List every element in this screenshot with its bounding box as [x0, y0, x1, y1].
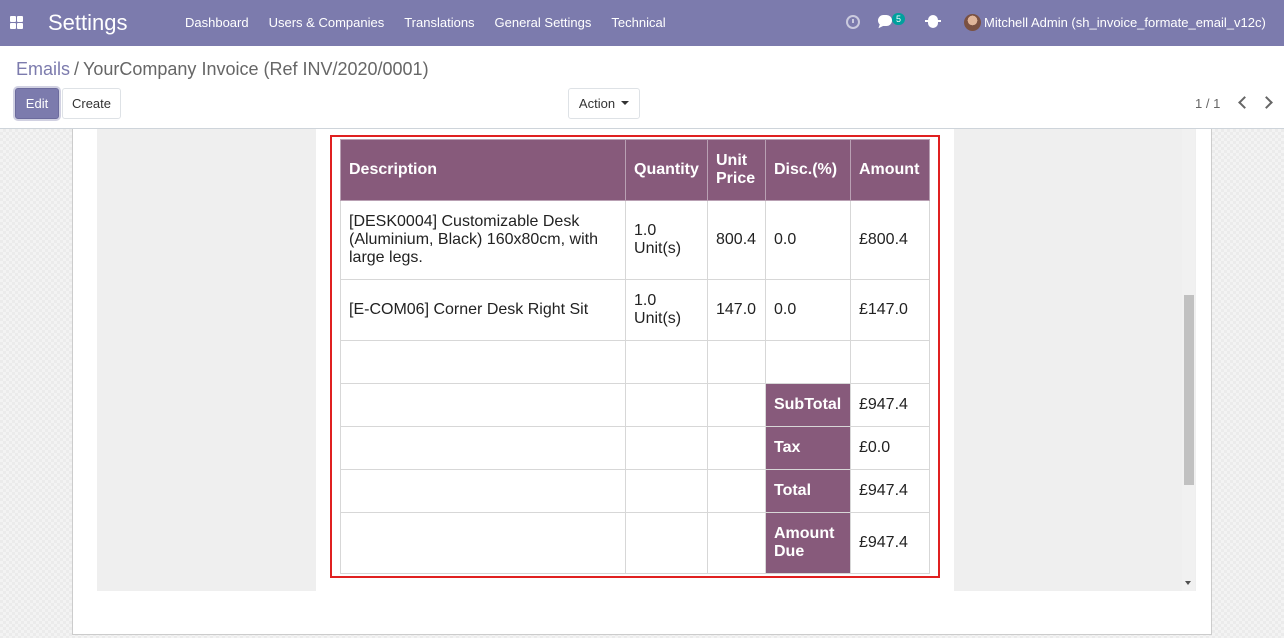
line-amount: £800.4 — [849, 200, 931, 280]
subtotal-label: SubTotal — [764, 383, 851, 427]
empty-cell — [707, 512, 766, 574]
breadcrumb: Emails / YourCompany Invoice (Ref INV/2020… — [16, 59, 429, 80]
user-avatar[interactable] — [964, 14, 981, 31]
subtotal-row: SubTotal £947.4 — [339, 383, 931, 427]
action-label: Action — [578, 96, 616, 111]
menu-item-users-companies[interactable]: Users & Companies — [259, 0, 395, 46]
amount-due-value: £947.4 — [849, 512, 931, 574]
empty-cell — [849, 340, 931, 384]
control-panel: Emails / YourCompany Invoice (Ref INV/2020… — [0, 46, 1284, 129]
line-amount: £147.0 — [849, 279, 931, 341]
breadcrumb-current: YourCompany Invoice (Ref INV/2020/0001) — [83, 59, 429, 79]
tax-row: Tax £0.0 — [339, 426, 931, 470]
menu-item-general-settings[interactable]: General Settings — [485, 0, 602, 46]
caret-down-icon — [621, 101, 630, 105]
debug-bug-icon[interactable] — [925, 15, 941, 28]
empty-row — [339, 340, 931, 384]
empty-cell — [339, 340, 627, 384]
table-header-row: Description Quantity Unit Price Disc.(%)… — [339, 139, 931, 201]
header-amount: Amount — [849, 139, 931, 201]
messages-chat-icon[interactable] — [878, 15, 892, 26]
empty-cell — [625, 383, 708, 427]
line-discount: 0.0 — [764, 200, 851, 280]
scroll-down-arrow-icon[interactable] — [1185, 581, 1191, 585]
breadcrumb-separator: / — [74, 59, 80, 79]
line-unit-price: 147.0 — [707, 279, 766, 341]
line-description: [E-COM06] Corner Desk Right Sit — [339, 279, 627, 341]
invoice-lines-table: Description Quantity Unit Price Disc.(%)… — [339, 139, 931, 574]
line-unit-price: 800.4 — [707, 200, 766, 280]
tax-label: Tax — [764, 426, 851, 470]
main-navbar: Settings Dashboard Users & Companies Tra… — [0, 0, 1284, 46]
table-row: [E-COM06] Corner Desk Right Sit 1.0 Unit… — [339, 279, 931, 341]
create-button[interactable]: Create — [62, 88, 121, 119]
user-menu-name[interactable]: Mitchell Admin (sh_invoice_formate_email… — [984, 15, 1266, 30]
line-quantity: 1.0 Unit(s) — [625, 279, 708, 341]
header-discount: Disc.(%) — [764, 139, 851, 201]
pager-value[interactable]: 1 / 1 — [1195, 96, 1220, 111]
header-description: Description — [339, 139, 627, 201]
line-quantity: 1.0 Unit(s) — [625, 200, 708, 280]
amount-due-row: Amount Due £947.4 — [339, 512, 931, 574]
messages-count-badge: 5 — [892, 13, 906, 25]
menu-item-translations[interactable]: Translations — [394, 0, 484, 46]
empty-cell — [625, 340, 708, 384]
scrollbar-thumb[interactable] — [1184, 295, 1194, 485]
apps-menu-icon[interactable] — [10, 16, 23, 29]
amount-due-label: Amount Due — [764, 512, 851, 574]
top-menu: Dashboard Users & Companies Translations… — [175, 0, 676, 46]
subtotal-value: £947.4 — [849, 383, 931, 427]
empty-cell — [339, 512, 627, 574]
empty-cell — [707, 340, 766, 384]
total-value: £947.4 — [849, 469, 931, 513]
total-row: Total £947.4 — [339, 469, 931, 513]
tax-value: £0.0 — [849, 426, 931, 470]
empty-cell — [625, 469, 708, 513]
empty-cell — [707, 469, 766, 513]
empty-cell — [625, 512, 708, 574]
menu-item-technical[interactable]: Technical — [601, 0, 675, 46]
app-title: Settings — [48, 10, 128, 35]
chevron-right-icon[interactable] — [1262, 97, 1272, 107]
header-unit-price: Unit Price — [707, 139, 766, 201]
table-row: [DESK0004] Customizable Desk (Aluminium,… — [339, 200, 931, 280]
empty-cell — [764, 340, 851, 384]
line-description: [DESK0004] Customizable Desk (Aluminium,… — [339, 200, 627, 280]
activity-clock-icon[interactable] — [846, 15, 860, 29]
total-label: Total — [764, 469, 851, 513]
menu-item-dashboard[interactable]: Dashboard — [175, 0, 259, 46]
line-discount: 0.0 — [764, 279, 851, 341]
empty-cell — [707, 383, 766, 427]
empty-cell — [339, 426, 627, 470]
edit-button[interactable]: Edit — [15, 88, 59, 119]
empty-cell — [339, 469, 627, 513]
empty-cell — [625, 426, 708, 470]
empty-cell — [707, 426, 766, 470]
chevron-left-icon[interactable] — [1237, 97, 1247, 107]
empty-cell — [339, 383, 627, 427]
action-dropdown-button[interactable]: Action — [568, 88, 640, 119]
header-quantity: Quantity — [625, 139, 708, 201]
breadcrumb-emails-link[interactable]: Emails — [16, 59, 70, 79]
